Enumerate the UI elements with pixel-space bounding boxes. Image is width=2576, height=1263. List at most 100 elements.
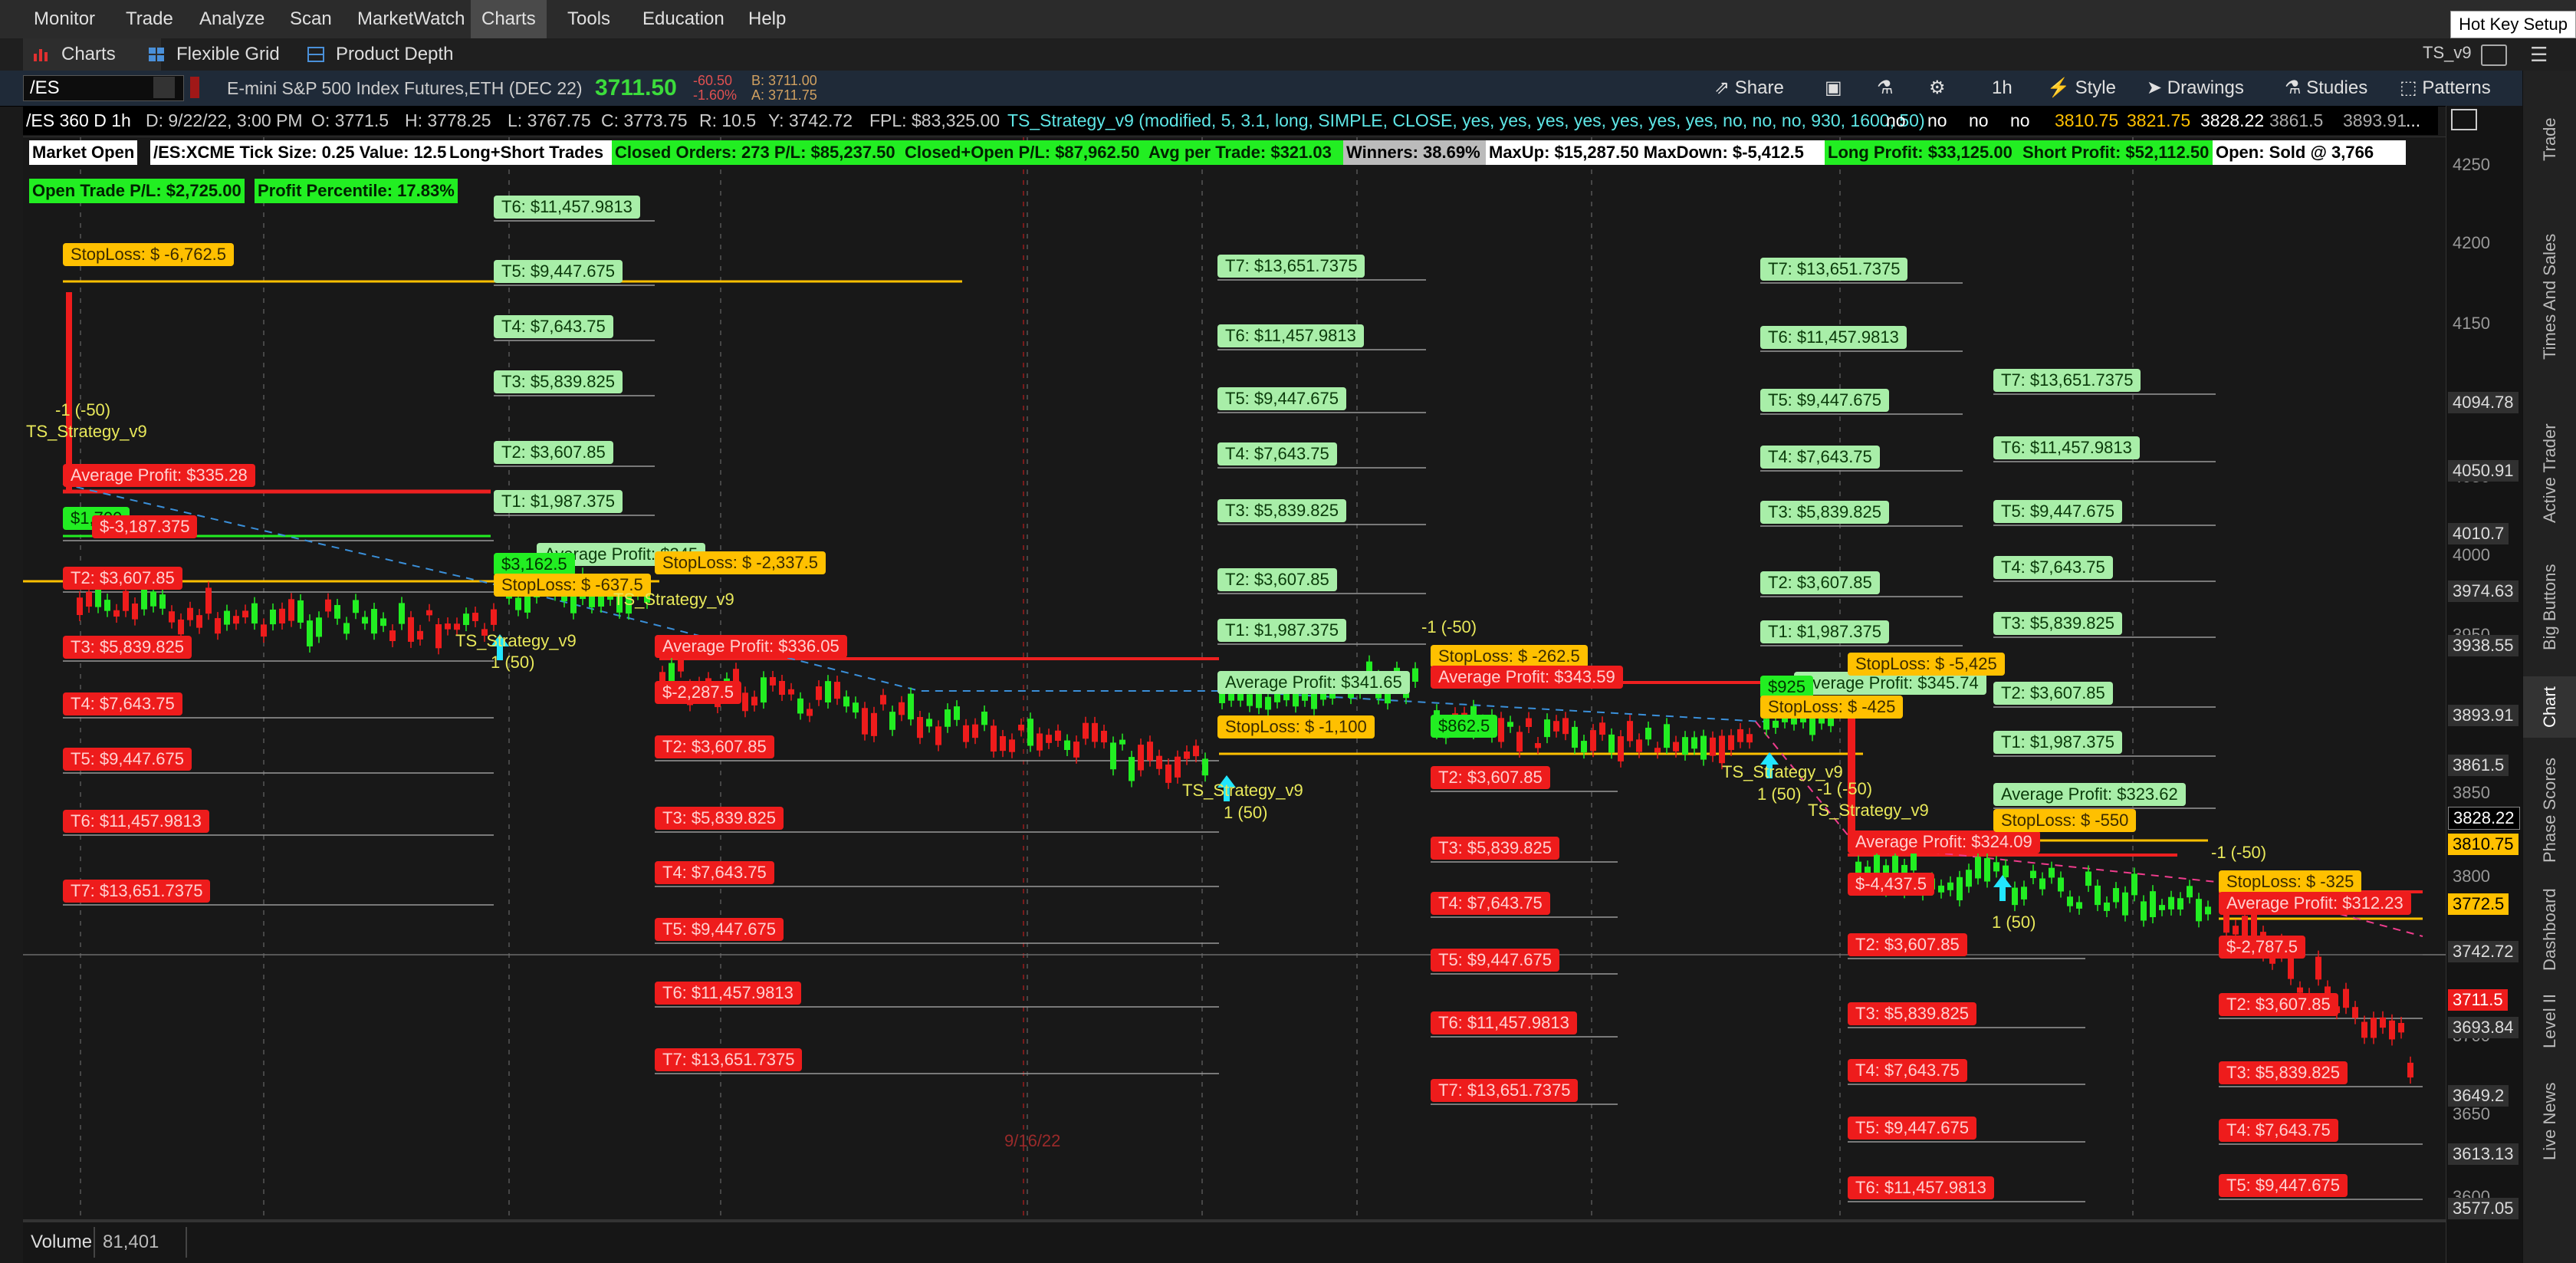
candle [853,702,859,713]
strategy-long-6: 1 (50) [1757,784,1802,804]
info-icon[interactable]: ▣ [1825,75,1842,101]
cursor-icon: ➤ [2147,77,2167,98]
candle [1664,724,1670,748]
sidebar-tab-level-ii[interactable]: Level II [2523,983,2576,1060]
axis-price-box: 3693.84 [2448,1017,2518,1038]
candle [1773,720,1779,729]
menu-marketwatch[interactable]: MarketWatch [347,0,475,38]
axis-price-box: 4050.91 [2448,460,2518,482]
sidebar-tab-big-buttons[interactable]: Big Buttons [2523,546,2576,669]
patterns-button[interactable]: ⬚ Patterns [2400,75,2491,101]
candle [1737,729,1743,742]
sidebar-tab-times-and-sales[interactable]: Times And Sales [2523,193,2576,400]
candle [1147,742,1153,761]
label-r7-t6: T6: $11,457.9813 [1848,1176,1994,1199]
link-color-icon[interactable] [190,77,199,98]
tab-charts-label: Charts [61,44,116,64]
volume-subgraph[interactable]: Volume 81,401 [23,1222,2446,1263]
candle [1535,743,1541,748]
strategy-long-4: 1 (50) [1224,803,1268,822]
candle [1947,882,1953,890]
grid-icon [149,48,164,61]
price-axis[interactable]: 4250420041504050400039503900385038003750… [2446,106,2523,1263]
label-r7-t2: T2: $3,607.85 [1848,933,1967,956]
menu-help[interactable]: Help [738,0,797,38]
axis-price-box: 4094.78 [2448,392,2518,413]
menu-lines-icon[interactable]: ☰ [2530,43,2548,67]
label-p-1-t2: T2: $3,607.85 [63,567,182,590]
patterns-label: Patterns [2422,77,2491,98]
menu-education[interactable]: Education [632,0,735,38]
drawings-button[interactable]: ➤ Drawings [2147,75,2244,101]
label-p-7: $-4,437.5 [1848,873,1934,896]
share-button[interactable]: ⇗ Share [1714,75,1784,101]
candle [954,706,960,720]
style-button[interactable]: ⚡ Style [2047,75,2116,101]
candle [1599,722,1605,735]
candle [1110,742,1116,770]
sidebar-tab-active-trader[interactable]: Active Trader [2523,408,2576,538]
flag-2: no [1927,110,1947,130]
candle [1645,727,1651,740]
sidebar-tab-trade[interactable]: Trade [2523,101,2576,178]
label-r3-t5: T5: $9,447.675 [655,918,784,941]
symbol-dropdown-chevron-icon[interactable] [153,77,175,98]
menu-tools[interactable]: Tools [557,0,621,38]
menu-scan[interactable]: Scan [279,0,343,38]
candle [889,712,895,730]
expand-icon[interactable] [2451,109,2477,130]
candle [224,610,230,625]
gear-icon[interactable]: ⚙ [1929,75,1946,101]
strategy-name-1: TS_Strategy_v9 [26,422,147,441]
candle [1073,742,1079,758]
sidebar-tab-chart[interactable]: Chart [2523,676,2576,738]
label-r7-t3: T3: $5,839.825 [1848,1002,1977,1025]
candle [380,618,386,627]
candle [1498,718,1504,742]
interval-button[interactable]: 1h [1992,75,2013,101]
tab-product-depth[interactable]: Product Depth [297,38,453,71]
window-layout-icon[interactable] [2481,44,2507,66]
sidebar-tab-phase-scores[interactable]: Phase Scores [2523,745,2576,876]
hot-key-setup-button[interactable]: Hot Key Setup [2450,11,2576,38]
candle [917,716,923,738]
label-g6-sl: StopLoss: $ -425 [1760,696,1904,719]
candle [1627,721,1633,742]
sidebar-tab-live-news[interactable]: Live News [2523,1067,2576,1175]
sidebar-tab-dashboard[interactable]: Dashboard [2523,883,2576,975]
label-g4-avg: Average Profit: $341.65 [1217,671,1410,694]
label-g8-t1: T1: $1,987.375 [1993,731,2123,754]
candle [297,600,304,623]
candle [981,711,987,725]
menu-monitor[interactable]: Monitor [23,0,106,38]
candle [169,611,175,623]
stat-market-open: Market Open [29,140,138,165]
label-g8-t2: T2: $3,607.85 [1993,682,2113,705]
stat-closed-orders: Closed Orders: 273 P/L: $85,237.50 [612,140,925,165]
menu-charts[interactable]: Charts [471,0,547,38]
axis-tick: 4000 [2453,545,2490,564]
candle [472,613,478,621]
candle [187,607,193,620]
candle [908,693,914,720]
studies-button[interactable]: ⚗ Studies [2285,75,2367,101]
flask-icon[interactable]: ⚗ [1877,75,1894,101]
candle [261,624,267,637]
candle [1064,740,1070,751]
label-g2-t1: T1: $1,987.375 [494,490,623,513]
menu-analyze[interactable]: Analyze [189,0,275,38]
strategy-short-1: -1 (-50) [55,400,111,419]
candle [1202,758,1208,776]
label-r5-t2: T2: $3,607.85 [1431,766,1550,789]
price-chart[interactable]: Market Open /ES:XCME Tick Size: 0.25 Val… [23,136,2446,1220]
menu-trade[interactable]: Trade [115,0,184,38]
candle [1516,732,1523,752]
bar-high: H: 3778.25 [405,110,491,130]
tab-flexible-grid[interactable]: Flexible Grid [138,38,280,71]
label-r5-t3: T3: $5,839.825 [1431,837,1560,860]
candle [1618,736,1624,761]
candle [104,600,110,611]
candle [2039,878,2045,890]
candle [463,613,469,626]
candle [825,681,831,703]
